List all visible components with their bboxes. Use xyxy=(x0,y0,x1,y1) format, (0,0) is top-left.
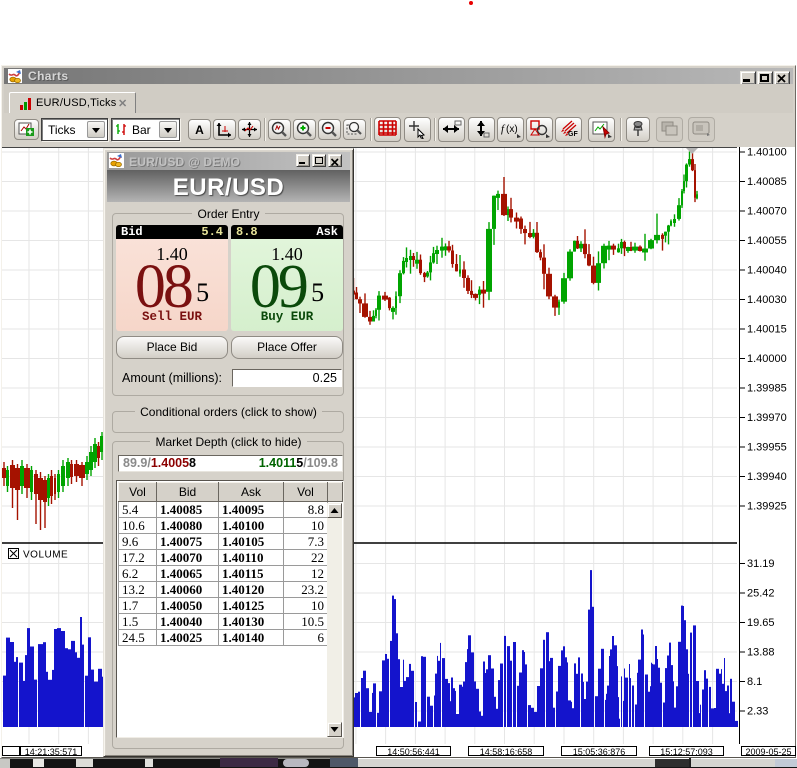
svg-text:25.42: 25.42 xyxy=(747,588,775,600)
svg-text:1.40030: 1.40030 xyxy=(747,294,787,306)
svg-text:1.39970: 1.39970 xyxy=(747,412,787,424)
svg-text:1.39925: 1.39925 xyxy=(747,501,787,513)
svg-text:1.40000: 1.40000 xyxy=(747,353,787,365)
svg-text:VOLUME: VOLUME xyxy=(23,550,68,561)
svg-text:(x): (x) xyxy=(506,124,518,135)
svg-text:1.40040: 1.40040 xyxy=(747,265,787,277)
svg-text:1.40055: 1.40055 xyxy=(747,235,787,247)
svg-text:8.1: 8.1 xyxy=(747,676,762,688)
svg-text:13.88: 13.88 xyxy=(747,647,775,659)
svg-text:1.39940: 1.39940 xyxy=(747,471,787,483)
svg-text:1.40085: 1.40085 xyxy=(747,176,787,188)
svg-text:1.40070: 1.40070 xyxy=(747,206,787,218)
svg-text:1.40015: 1.40015 xyxy=(747,324,787,336)
svg-text:1.39955: 1.39955 xyxy=(747,442,787,454)
svg-text:2.33: 2.33 xyxy=(747,706,768,718)
svg-text:31.19: 31.19 xyxy=(747,558,775,570)
svg-text:19.65: 19.65 xyxy=(747,617,775,629)
svg-text:1.40100: 1.40100 xyxy=(747,147,787,159)
svg-text:1.39985: 1.39985 xyxy=(747,383,787,395)
svg-text:GF: GF xyxy=(568,131,578,138)
svg-text:A: A xyxy=(195,123,204,137)
